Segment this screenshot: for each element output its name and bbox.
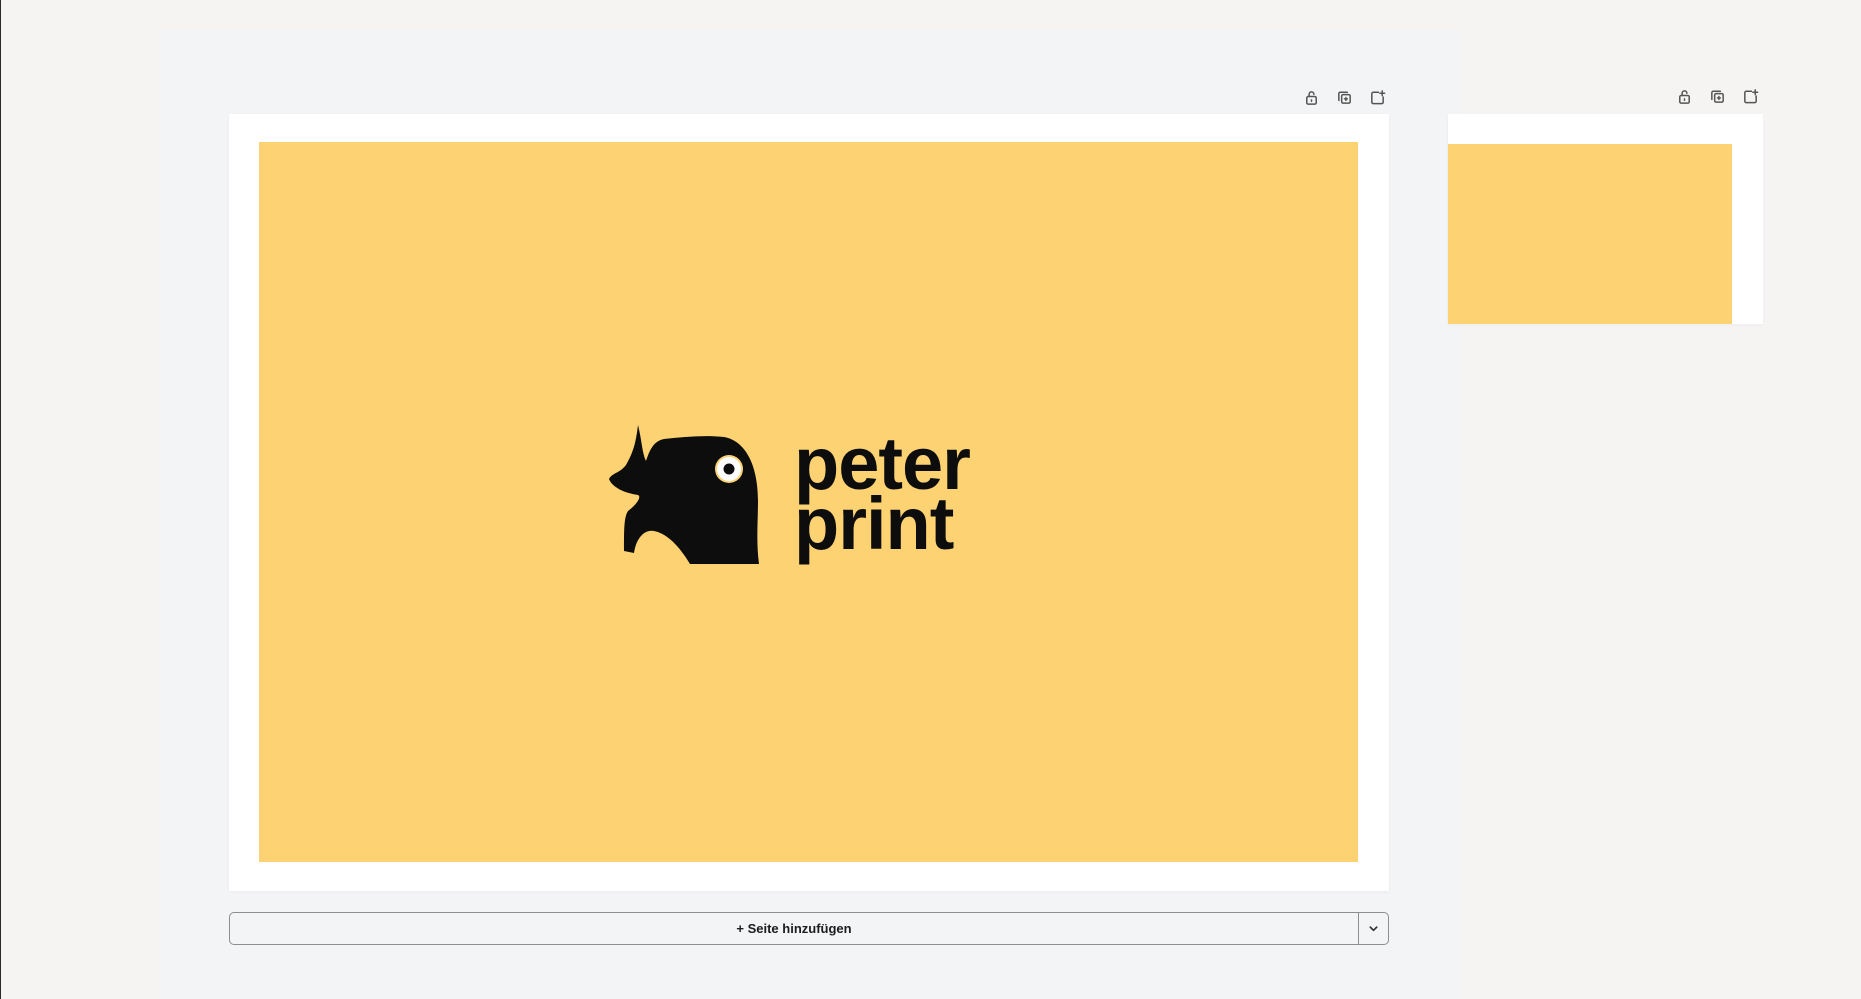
page-2-toolbar: [1675, 87, 1760, 106]
chevron-down-icon: [1369, 926, 1378, 932]
page-2-frame[interactable]: [1448, 114, 1763, 324]
peter-print-logo: peter print: [606, 421, 1011, 571]
add-page-dropdown-button[interactable]: [1358, 913, 1388, 944]
page-2-background[interactable]: [1448, 144, 1732, 324]
add-page-icon[interactable]: [1368, 88, 1387, 107]
duplicate-icon[interactable]: [1708, 87, 1727, 106]
add-page-button[interactable]: + Seite hinzufügen: [230, 913, 1358, 944]
unlock-icon[interactable]: [1675, 87, 1694, 106]
add-page-bar: + Seite hinzufügen: [229, 912, 1389, 945]
page-1-toolbar: [1302, 88, 1387, 107]
add-page-icon[interactable]: [1741, 87, 1760, 106]
logo-text-line-2: print: [794, 482, 954, 565]
window-edge: [0, 0, 1, 999]
unlock-icon[interactable]: [1302, 88, 1321, 107]
duplicate-icon[interactable]: [1335, 88, 1354, 107]
